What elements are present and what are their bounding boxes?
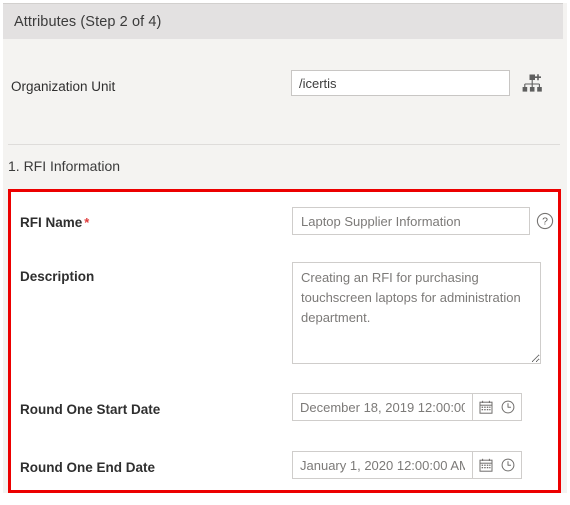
clock-icon[interactable] (500, 457, 516, 473)
description-textarea[interactable] (292, 262, 541, 364)
organization-unit-input[interactable] (291, 70, 510, 96)
step-header-bar: Attributes (Step 2 of 4) (3, 3, 563, 39)
organization-unit-row: Organization Unit (3, 39, 563, 136)
round-one-start-date-buttons (472, 393, 522, 421)
round-one-end-date-field (292, 451, 522, 479)
rfi-name-label: RFI Name * (20, 215, 89, 230)
organization-unit-label: Organization Unit (11, 79, 116, 94)
round-one-end-date-buttons (472, 451, 522, 479)
round-one-end-date-label: Round One End Date (20, 460, 155, 475)
rfi-name-label-text: RFI Name (20, 215, 83, 230)
rfi-name-input[interactable] (292, 207, 530, 235)
question-mark-icon[interactable]: ? (536, 212, 554, 230)
svg-text:?: ? (542, 216, 548, 228)
page-bottom-edge (0, 493, 570, 505)
round-one-start-date-field (292, 393, 522, 421)
section-divider (8, 144, 560, 145)
round-one-start-date-input[interactable] (292, 393, 472, 421)
attributes-step-page: Attributes (Step 2 of 4) Organization Un… (0, 0, 570, 505)
org-hierarchy-add-icon[interactable] (521, 72, 545, 96)
calendar-icon[interactable] (478, 457, 494, 473)
round-one-end-date-input[interactable] (292, 451, 472, 479)
round-one-start-date-label: Round One Start Date (20, 402, 161, 417)
calendar-icon[interactable] (478, 399, 494, 415)
section-title: 1. RFI Information (8, 158, 121, 174)
page-title: Attributes (Step 2 of 4) (14, 13, 162, 30)
rfi-name-required-marker: * (84, 215, 90, 230)
clock-icon[interactable] (500, 399, 516, 415)
description-label: Description (20, 269, 95, 284)
organization-unit-panel: Organization Unit (3, 39, 563, 136)
